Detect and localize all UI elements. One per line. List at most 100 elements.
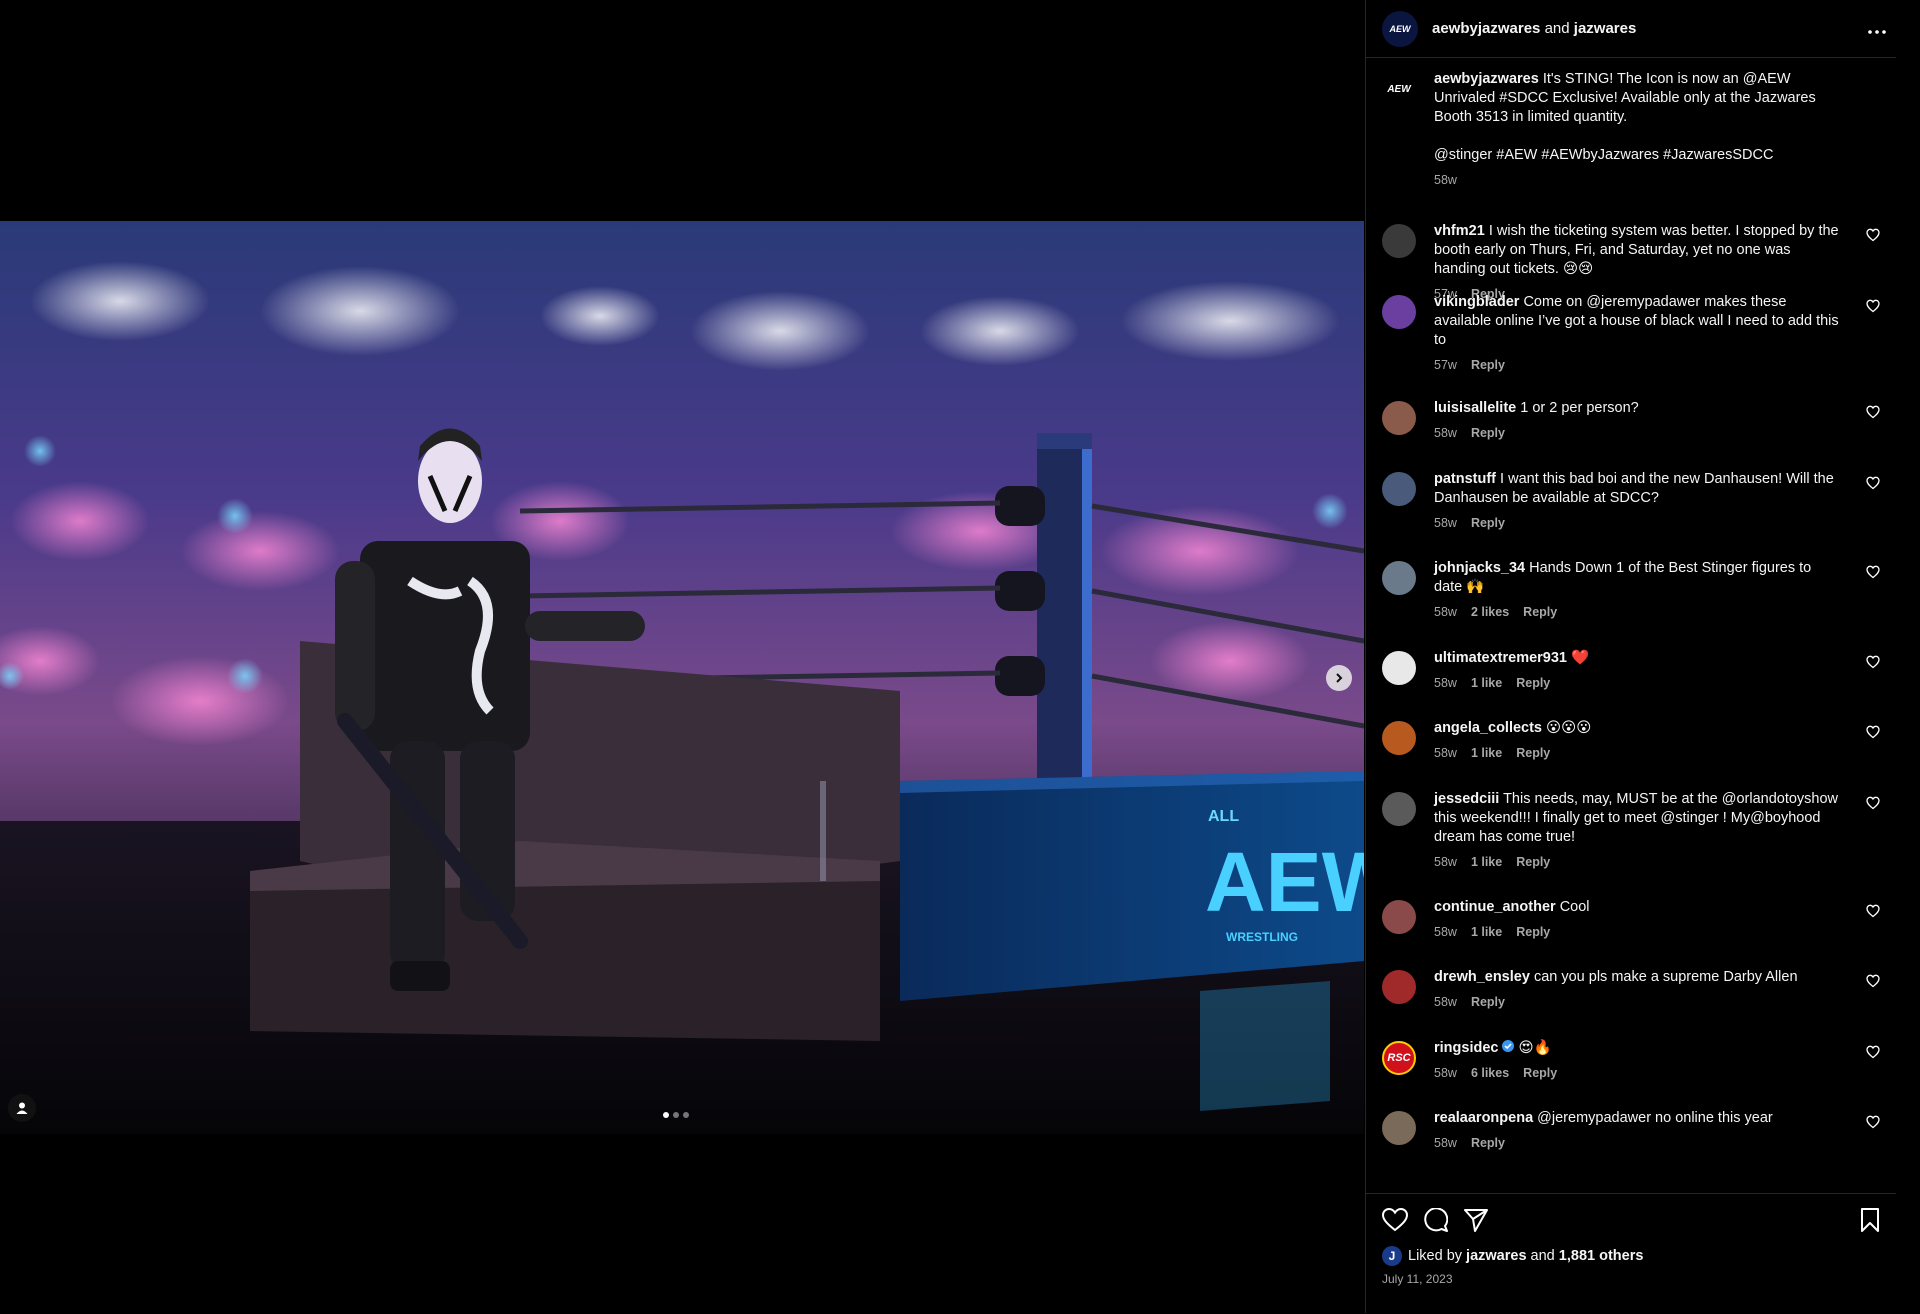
share-icon[interactable]: [1464, 1208, 1488, 1232]
comment-like-heart-icon[interactable]: [1866, 405, 1880, 419]
comment-like-heart-icon[interactable]: [1866, 904, 1880, 918]
reply-button[interactable]: Reply: [1516, 853, 1550, 872]
reply-button[interactable]: Reply: [1516, 923, 1550, 942]
comment-like-heart-icon[interactable]: [1866, 476, 1880, 490]
comment-likes-count[interactable]: 6 likes: [1471, 1064, 1509, 1083]
comment-username[interactable]: vhfm21: [1434, 223, 1485, 239]
reply-button[interactable]: Reply: [1471, 356, 1505, 375]
comment-time: 58w: [1434, 1136, 1457, 1150]
commenter-avatar[interactable]: [1382, 401, 1416, 435]
comment-icon[interactable]: [1424, 1208, 1448, 1232]
caption-avatar[interactable]: AEW: [1382, 72, 1416, 106]
commenter-avatar[interactable]: [1382, 970, 1416, 1004]
author-avatar[interactable]: AEW: [1382, 10, 1418, 47]
comment-time: 58w: [1434, 675, 1457, 690]
post-actions: J Liked by jazwares and 1,881 others Jul…: [1366, 1193, 1896, 1314]
commenter-avatar[interactable]: [1382, 791, 1416, 826]
commenter-avatar[interactable]: [1382, 721, 1416, 755]
like-heart-icon[interactable]: [1382, 1208, 1408, 1232]
caption-time: 58w: [1434, 173, 1457, 187]
caption-username[interactable]: aewbyjazwares: [1434, 71, 1539, 87]
likes-summary: J Liked by jazwares and 1,881 others: [1366, 1232, 1896, 1266]
comment-like-heart-icon[interactable]: [1866, 725, 1880, 739]
more-options-button[interactable]: [1868, 17, 1886, 40]
commenter-avatar[interactable]: [1382, 1111, 1416, 1145]
comment-like-heart-icon[interactable]: [1866, 299, 1880, 313]
commenter-avatar[interactable]: RSC: [1382, 1040, 1416, 1075]
post-date: July 11, 2023: [1382, 1272, 1453, 1286]
comment-row: patnstuff I want this bad boi and the ne…: [1366, 470, 1896, 533]
commenter-avatar[interactable]: [1382, 224, 1416, 258]
liked-by-user[interactable]: jazwares: [1466, 1248, 1526, 1264]
user-tag-icon: [16, 1102, 28, 1114]
comment-row: realaaronpena @jeremypadawer no online t…: [1366, 1109, 1896, 1153]
comment-text: can you pls make a supreme Darby Allen: [1533, 969, 1798, 985]
comment-like-heart-icon[interactable]: [1866, 565, 1880, 579]
comment-username[interactable]: realaaronpena: [1434, 1110, 1533, 1126]
comment-time: 58w: [1434, 854, 1457, 869]
ring-text-bottom: WRESTLING: [1226, 930, 1298, 944]
comment-text: I wish the ticketing system was better. …: [1434, 223, 1839, 277]
comment-time: 58w: [1434, 924, 1457, 939]
reply-button[interactable]: Reply: [1471, 1134, 1505, 1153]
save-bookmark-icon[interactable]: [1860, 1208, 1880, 1232]
comment-username[interactable]: vikingblader: [1434, 294, 1519, 310]
post-details-panel: AEW aewbyjazwares and jazwares AEW aewby…: [1365, 0, 1920, 1313]
comment-username[interactable]: luisisallelite: [1434, 400, 1516, 416]
comment-likes-count[interactable]: 2 likes: [1471, 603, 1509, 622]
reply-button[interactable]: Reply: [1523, 603, 1557, 622]
liked-by-avatar[interactable]: J: [1382, 1246, 1402, 1266]
comment-like-heart-icon[interactable]: [1866, 974, 1880, 988]
comment-likes-count[interactable]: 1 like: [1471, 674, 1502, 693]
comment-like-heart-icon[interactable]: [1866, 1045, 1880, 1059]
reply-button[interactable]: Reply: [1516, 744, 1550, 763]
ring-logo: AEW: [1205, 835, 1364, 929]
post-authors: aewbyjazwares and jazwares: [1432, 20, 1868, 37]
comment-row: RSC ringsidec 😍🔥 58w 6 likes Reply: [1366, 1039, 1896, 1083]
author-username[interactable]: aewbyjazwares: [1432, 20, 1540, 37]
comment-username[interactable]: ultimatextremer931: [1434, 650, 1567, 666]
reply-button[interactable]: Reply: [1471, 993, 1505, 1012]
commenter-avatar[interactable]: [1382, 561, 1416, 595]
commenter-avatar[interactable]: [1382, 899, 1416, 934]
reply-button[interactable]: Reply: [1471, 424, 1505, 443]
comment-like-heart-icon[interactable]: [1866, 655, 1880, 669]
comment-like-heart-icon[interactable]: [1866, 796, 1880, 810]
comment-time: 58w: [1434, 605, 1457, 619]
comment-likes-count[interactable]: 1 like: [1471, 744, 1502, 763]
comment-like-heart-icon[interactable]: [1866, 228, 1880, 242]
comment-username[interactable]: ringsidec: [1434, 1040, 1498, 1056]
reply-button[interactable]: Reply: [1523, 1064, 1557, 1083]
comment-time: 58w: [1434, 426, 1457, 440]
commenter-avatar[interactable]: [1382, 471, 1416, 506]
tagged-users-button[interactable]: [8, 1094, 36, 1122]
next-image-button[interactable]: [1326, 665, 1352, 691]
comment-username[interactable]: angela_collects: [1434, 720, 1542, 736]
comment-text: @jeremypadawer no online this year: [1537, 1110, 1773, 1126]
carousel-indicator: [663, 1112, 689, 1118]
coauthor-username[interactable]: jazwares: [1574, 20, 1637, 37]
carousel-dot: [683, 1112, 689, 1118]
comment-time: 57w: [1434, 357, 1457, 372]
comment-row: vikingblader Come on @jeremypadawer make…: [1366, 293, 1896, 375]
carousel-dot: [673, 1112, 679, 1118]
comment-username[interactable]: patnstuff: [1434, 471, 1496, 487]
comment-row: angela_collects 😮😮😮 58w 1 like Reply: [1366, 719, 1896, 763]
comment-like-heart-icon[interactable]: [1866, 1115, 1880, 1129]
comment-likes-count[interactable]: 1 like: [1471, 853, 1502, 872]
post-photo[interactable]: ALL AEW WRESTLING: [0, 221, 1364, 1134]
liked-others-link[interactable]: 1,881 others: [1559, 1248, 1644, 1264]
comment-username[interactable]: johnjacks_34: [1434, 560, 1525, 576]
reply-button[interactable]: Reply: [1516, 674, 1550, 693]
comment-text: 1 or 2 per person?: [1520, 400, 1639, 416]
comment-likes-count[interactable]: 1 like: [1471, 923, 1502, 942]
liked-and-text: and: [1530, 1248, 1555, 1264]
commenter-avatar[interactable]: [1382, 294, 1416, 329]
comment-username[interactable]: jessedciii: [1434, 791, 1499, 807]
reply-button[interactable]: Reply: [1471, 514, 1505, 533]
commenter-avatar[interactable]: [1382, 650, 1416, 685]
comment-username[interactable]: drewh_ensley: [1434, 969, 1530, 985]
caption-tags: @stinger #AEW #AEWbyJazwares #JazwaresSD…: [1434, 147, 1774, 163]
media-pane: ALL AEW WRESTLING: [0, 0, 1364, 1313]
comment-username[interactable]: continue_another: [1434, 899, 1556, 915]
